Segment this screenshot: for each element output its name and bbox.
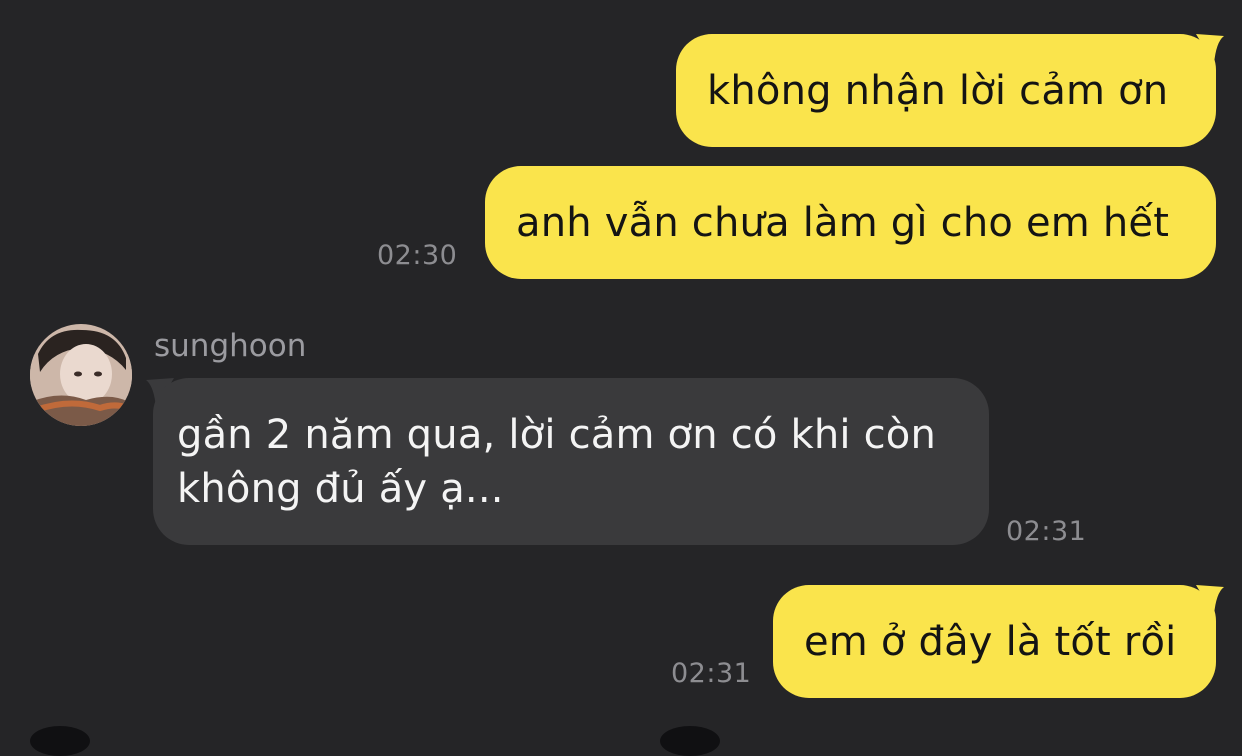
chat-thread: không nhận lời cảm ơn anh vẫn chưa làm g… <box>0 0 1242 756</box>
message-timestamp: 02:30 <box>377 240 458 271</box>
bubble-tail-icon <box>1196 34 1224 64</box>
message-text: em ở đây là tốt rồi <box>804 619 1177 665</box>
sent-message-bubble[interactable]: không nhận lời cảm ơn <box>676 34 1216 147</box>
avatar <box>660 726 720 756</box>
avatar <box>30 726 90 756</box>
message-text: gần 2 năm qua, lời cảm ơn có khi còn khô… <box>177 412 937 512</box>
sent-message-bubble[interactable]: em ở đây là tốt rồi <box>773 585 1216 698</box>
message-timestamp: 02:31 <box>671 658 752 689</box>
sender-name: sunghoon <box>154 328 307 364</box>
avatar[interactable] <box>30 324 132 426</box>
bubble-tail-icon <box>1196 585 1224 615</box>
message-text: không nhận lời cảm ơn <box>707 68 1169 114</box>
received-message-bubble[interactable]: gần 2 năm qua, lời cảm ơn có khi còn khô… <box>153 378 989 545</box>
message-timestamp: 02:31 <box>1006 516 1087 547</box>
message-text: anh vẫn chưa làm gì cho em hết <box>516 200 1170 246</box>
sent-message-bubble[interactable]: anh vẫn chưa làm gì cho em hết <box>485 166 1216 279</box>
